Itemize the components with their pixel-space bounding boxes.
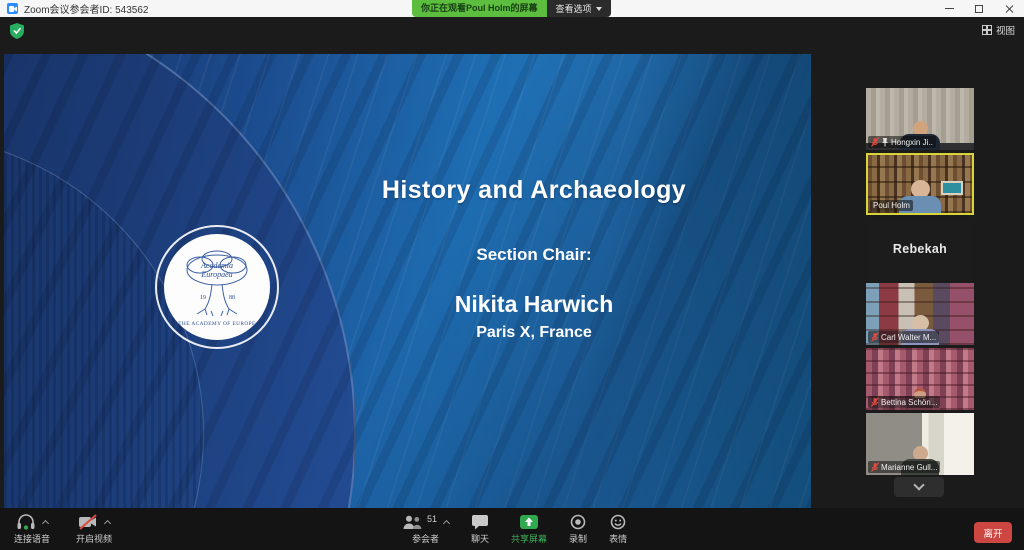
view-options-button[interactable]: 查看选项: [547, 0, 611, 17]
participants-count: 51: [427, 514, 437, 524]
logo-caption: The Academy of Europe: [178, 321, 256, 327]
chevron-down-icon: [913, 479, 924, 490]
close-button[interactable]: [994, 0, 1024, 17]
participant-name: Carl Walter M...: [881, 333, 936, 342]
slide-chair-name: Nikita Harwich: [294, 291, 774, 318]
chevron-up-icon[interactable]: [42, 519, 49, 526]
join-audio-button[interactable]: 连接语音: [14, 513, 50, 545]
smiley-icon: [610, 514, 626, 530]
share-screen-label: 共享屏幕: [511, 532, 547, 545]
logo-disc: Academia Europaea 19 88 The Academy of E…: [164, 234, 270, 340]
mic-muted-icon: [871, 332, 879, 342]
slide-chair-affiliation: Paris X, France: [294, 324, 774, 342]
share-banner-text: 你正在观看Poul Holm的屏幕: [412, 0, 547, 17]
maximize-button[interactable]: [964, 0, 994, 17]
participant-tile-poul-holm[interactable]: Poul Holm: [866, 153, 974, 215]
participant-name: Marianne Gull...: [881, 463, 937, 472]
participant-name: Hongxin Ji..: [891, 138, 933, 147]
participant-tile-carl[interactable]: Carl Walter M...: [866, 283, 974, 345]
logo-year-left: 19: [200, 295, 206, 301]
slide-section-label: Section Chair:: [294, 245, 774, 265]
window-title: Zoom会议参会者ID: 543562: [24, 1, 149, 16]
participant-tile-rebekah[interactable]: Rebekah: [866, 218, 974, 280]
participants-label: 参会者: [412, 532, 439, 545]
share-screen-button[interactable]: 共享屏幕: [511, 513, 547, 545]
participant-name-label: Bettina Schön...: [868, 396, 940, 408]
close-icon: [1004, 4, 1014, 14]
minimize-button[interactable]: [934, 0, 964, 17]
participant-name-label: Poul Holm: [870, 200, 913, 211]
shield-check-icon: [10, 23, 24, 39]
record-label: 录制: [569, 532, 587, 545]
participants-button[interactable]: 51 参会者: [402, 513, 449, 545]
participant-name-label: Hongxin Ji..: [868, 136, 936, 148]
minimize-icon: [945, 8, 954, 9]
chat-button[interactable]: 聊天: [471, 513, 489, 545]
zoom-meeting-window: Zoom会议参会者ID: 543562 你正在观看Poul Holm的屏幕 查看…: [0, 0, 1024, 550]
chat-bubble-icon: [471, 514, 489, 530]
collapse-thumbnails-button[interactable]: [894, 477, 944, 497]
zoom-camera-icon: [7, 3, 18, 14]
chevron-down-icon: [596, 7, 602, 11]
view-options-label: 查看选项: [556, 2, 592, 15]
logo-name-line1: Academia: [200, 261, 233, 270]
maximize-icon: [975, 5, 983, 13]
participant-name: Bettina Schön...: [881, 398, 937, 407]
participant-name: Rebekah: [893, 242, 947, 256]
reactions-label: 表情: [609, 532, 627, 545]
shared-screen-slide: Academia Europaea 19 88 The Academy of E…: [4, 54, 811, 508]
window-controls: [934, 0, 1024, 17]
security-shield-button[interactable]: [10, 23, 24, 44]
meeting-toolbar: 连接语音 开启视频: [0, 508, 1024, 550]
slide-title: History and Archaeology: [294, 176, 774, 205]
pin-icon: [881, 137, 889, 147]
chat-label: 聊天: [471, 532, 489, 545]
headset-icon: [16, 514, 36, 530]
participant-name-label: Carl Walter M...: [868, 331, 939, 343]
camera-off-icon: [78, 514, 98, 530]
chevron-up-icon[interactable]: [104, 519, 111, 526]
grid-view-icon: [982, 25, 992, 35]
share-screen-icon: [519, 514, 539, 530]
start-video-label: 开启视频: [76, 532, 112, 545]
chevron-up-icon[interactable]: [443, 519, 450, 526]
view-button-label: 视图: [996, 23, 1015, 37]
participant-tile-hongxin[interactable]: Hongxin Ji..: [866, 88, 974, 150]
record-button[interactable]: 录制: [569, 513, 587, 545]
participant-name: Poul Holm: [873, 201, 910, 210]
screen-share-banner: 你正在观看Poul Holm的屏幕 查看选项: [412, 0, 611, 17]
people-icon: [402, 514, 422, 530]
record-circle-icon: [570, 514, 586, 530]
participants-strip: Hongxin Ji.. Poul Holm Rebekah Carl Walt…: [866, 88, 974, 478]
leave-meeting-button[interactable]: 离开: [974, 522, 1012, 543]
mic-muted-icon: [871, 462, 879, 472]
participant-name-label: Marianne Gull...: [868, 461, 940, 473]
mic-muted-icon: [871, 137, 879, 147]
slide-text-block: History and Archaeology Section Chair: N…: [294, 54, 774, 508]
start-video-button[interactable]: 开启视频: [76, 513, 112, 545]
join-audio-label: 连接语音: [14, 532, 50, 545]
logo-name-line2: Europaea: [200, 270, 232, 279]
logo-year-right: 88: [229, 295, 235, 301]
participant-tile-bettina[interactable]: Bettina Schön...: [866, 348, 974, 410]
reactions-button[interactable]: 表情: [609, 513, 627, 545]
mic-muted-icon: [871, 397, 879, 407]
academia-europaea-logo: Academia Europaea 19 88 The Academy of E…: [155, 225, 279, 349]
participant-tile-marianne[interactable]: Marianne Gull...: [866, 413, 974, 475]
view-layout-button[interactable]: 视图: [982, 22, 1015, 38]
